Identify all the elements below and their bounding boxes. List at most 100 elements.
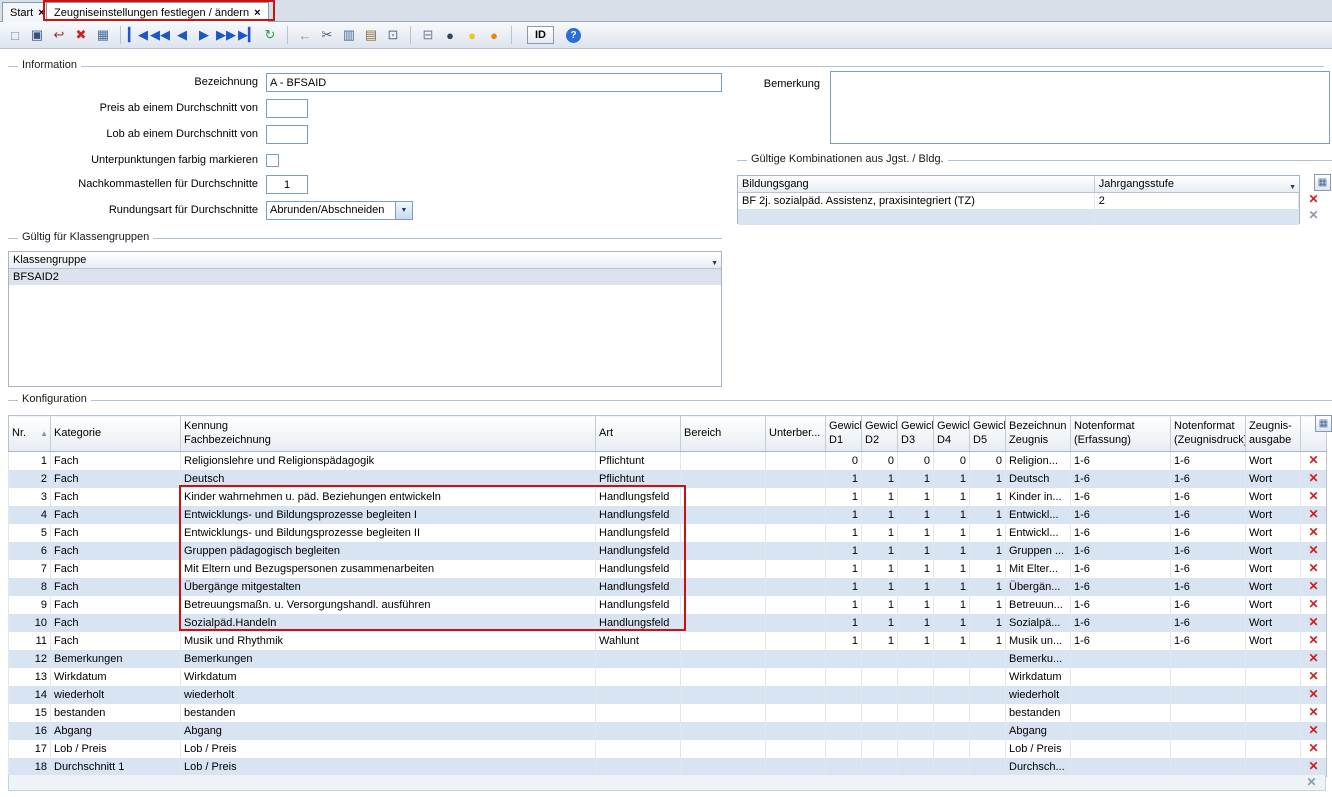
cell-unterbereich[interactable] [766, 632, 826, 650]
cell-nr[interactable]: 12 [9, 650, 51, 668]
cell-d2[interactable] [862, 740, 898, 758]
notify-horn-icon[interactable]: ● [484, 25, 504, 45]
cell-zeugnisausgabe[interactable] [1246, 758, 1301, 777]
cell-kennung[interactable]: Musik und Rhythmik [181, 632, 596, 650]
cell-bildungsgang[interactable]: BF 2j. sozialpäd. Assistenz, praxisinteg… [738, 193, 1095, 209]
delete-row-button[interactable]: ✕ [1308, 669, 1318, 683]
cell-nr[interactable]: 16 [9, 722, 51, 740]
cell-d5[interactable] [970, 686, 1006, 704]
cell-zeugnisausgabe[interactable]: Wort [1246, 524, 1301, 542]
cell-zeugnisausgabe[interactable]: Wort [1246, 578, 1301, 596]
cell-d1[interactable] [826, 758, 862, 777]
cell-d5[interactable] [970, 668, 1006, 686]
cell-kennung[interactable]: Entwicklungs- und Bildungsprozesse begle… [181, 506, 596, 524]
delete-row-button[interactable]: ✕ [1308, 525, 1318, 539]
cell-notenformat_erfassung[interactable]: 1-6 [1071, 470, 1171, 488]
cell-d5[interactable]: 1 [970, 614, 1006, 632]
record-icon[interactable]: ● [440, 25, 460, 45]
column-header-art[interactable]: Art [596, 416, 681, 452]
cell-d2[interactable]: 1 [862, 560, 898, 578]
cell-zeugnisausgabe[interactable] [1246, 686, 1301, 704]
cell-notenformat_zeugnisdruck[interactable] [1171, 686, 1246, 704]
config-row[interactable]: 5FachEntwicklungs- und Bildungsprozesse … [9, 524, 1327, 542]
unterpunktungen-checkbox[interactable] [266, 154, 279, 167]
cell-bereich[interactable] [681, 758, 766, 777]
cell-d3[interactable] [898, 650, 934, 668]
cell-kennung[interactable]: Betreuungsmaßn. u. Versorgungshandl. aus… [181, 596, 596, 614]
cell-d5[interactable]: 1 [970, 470, 1006, 488]
cell-bezeichnung_zeugnis[interactable]: Deutsch [1006, 470, 1071, 488]
cell-notenformat_zeugnisdruck[interactable] [1171, 650, 1246, 668]
cell-d3[interactable] [898, 686, 934, 704]
config-row[interactable]: 13WirkdatumWirkdatumWirkdatum✕ [9, 668, 1327, 686]
cell-notenformat_erfassung[interactable]: 1-6 [1071, 452, 1171, 471]
cell-kategorie[interactable]: Fach [51, 632, 181, 650]
cell-kategorie[interactable]: Fach [51, 452, 181, 471]
cell-d4[interactable]: 1 [934, 596, 970, 614]
cell-d4[interactable]: 1 [934, 578, 970, 596]
cell-unterbereich[interactable] [766, 542, 826, 560]
cell-notenformat_erfassung[interactable] [1071, 650, 1171, 668]
cell-nr[interactable]: 4 [9, 506, 51, 524]
cell-nr[interactable]: 14 [9, 686, 51, 704]
cell-d4[interactable]: 1 [934, 470, 970, 488]
cell-nr[interactable]: 10 [9, 614, 51, 632]
delete-row-button[interactable]: ✕ [1308, 723, 1318, 737]
column-header-d1[interactable]: Gewicht D1 [826, 416, 862, 452]
cell-d1[interactable]: 1 [826, 578, 862, 596]
cell-nr[interactable]: 18 [9, 758, 51, 777]
cell-unterbereich[interactable] [766, 704, 826, 722]
delete-row-button[interactable]: ✕ [1308, 687, 1318, 701]
cell-notenformat_zeugnisdruck[interactable]: 1-6 [1171, 452, 1246, 471]
cell-d4[interactable]: 1 [934, 560, 970, 578]
cell-bereich[interactable] [681, 686, 766, 704]
delete-row-button[interactable]: ✕ [1308, 651, 1318, 665]
cell-zeugnisausgabe[interactable]: Wort [1246, 488, 1301, 506]
cell-kategorie[interactable]: Fach [51, 470, 181, 488]
tab-close-icon[interactable]: × [254, 7, 260, 19]
cell-notenformat_erfassung[interactable]: 1-6 [1071, 614, 1171, 632]
cell-art[interactable] [596, 650, 681, 668]
cell-d3[interactable]: 1 [898, 560, 934, 578]
cell-kategorie[interactable]: wiederholt [51, 686, 181, 704]
cell-d2[interactable]: 1 [862, 488, 898, 506]
config-row[interactable]: 8FachÜbergänge mitgestaltenHandlungsfeld… [9, 578, 1327, 596]
cell-zeugnisausgabe[interactable] [1246, 722, 1301, 740]
cell-notenformat_erfassung[interactable] [1071, 704, 1171, 722]
id-button[interactable]: ID [527, 26, 554, 44]
config-row[interactable]: 9FachBetreuungsmaßn. u. Versorgungshandl… [9, 596, 1327, 614]
cell-kategorie[interactable]: Lob / Preis [51, 740, 181, 758]
chevron-down-icon[interactable]: ▼ [395, 202, 412, 219]
cell-bezeichnung_zeugnis[interactable]: Bemerku... [1006, 650, 1071, 668]
column-header-klassengruppe[interactable]: Klassengruppe ▼ [9, 252, 721, 268]
cell-art[interactable]: Pflichtunt [596, 452, 681, 471]
chevron-down-icon[interactable]: ▼ [1289, 180, 1296, 192]
new-document-icon[interactable]: □ [5, 25, 25, 45]
cell-d4[interactable]: 1 [934, 488, 970, 506]
cell-art[interactable]: Handlungsfeld [596, 542, 681, 560]
cell-unterbereich[interactable] [766, 452, 826, 471]
cell-zeugnisausgabe[interactable]: Wort [1246, 506, 1301, 524]
cell-notenformat_zeugnisdruck[interactable] [1171, 704, 1246, 722]
cell-bezeichnung_zeugnis[interactable]: Entwickl... [1006, 524, 1071, 542]
cell-kategorie[interactable]: Fach [51, 488, 181, 506]
config-row[interactable]: 4FachEntwicklungs- und Bildungsprozesse … [9, 506, 1327, 524]
cell-d3[interactable]: 1 [898, 470, 934, 488]
cell-d3[interactable]: 1 [898, 542, 934, 560]
cell-nr[interactable]: 15 [9, 704, 51, 722]
cell-zeugnisausgabe[interactable] [1246, 668, 1301, 686]
cell-notenformat_erfassung[interactable]: 1-6 [1071, 542, 1171, 560]
cell-kennung[interactable]: Übergänge mitgestalten [181, 578, 596, 596]
cell-notenformat_zeugnisdruck[interactable]: 1-6 [1171, 506, 1246, 524]
cell-d1[interactable] [826, 740, 862, 758]
cell-art[interactable] [596, 686, 681, 704]
cell-notenformat_zeugnisdruck[interactable] [1171, 668, 1246, 686]
cell-unterbereich[interactable] [766, 668, 826, 686]
cell-bezeichnung_zeugnis[interactable]: wiederholt [1006, 686, 1071, 704]
config-row[interactable]: 1FachReligionslehre und Religionspädagog… [9, 452, 1327, 471]
cell-d5[interactable] [970, 758, 1006, 777]
cell-d2[interactable]: 1 [862, 506, 898, 524]
column-header-d3[interactable]: Gewicht D3 [898, 416, 934, 452]
column-header-d2[interactable]: Gewicht D2 [862, 416, 898, 452]
cell-kennung[interactable]: Gruppen pädagogisch begleiten [181, 542, 596, 560]
